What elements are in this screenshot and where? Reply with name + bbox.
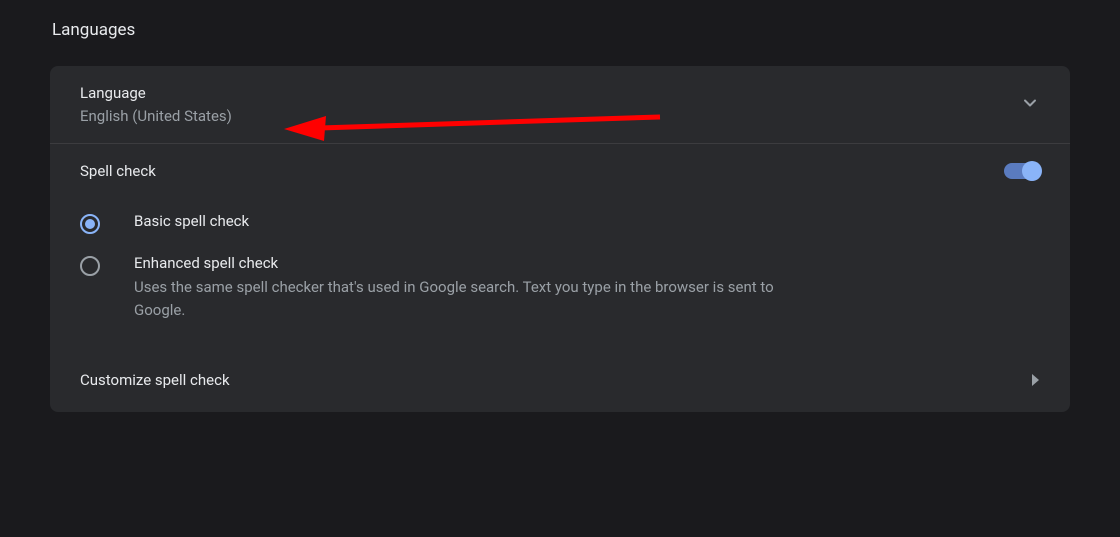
customize-label: Customize spell check <box>80 371 230 389</box>
radio-selected-icon <box>80 214 100 234</box>
language-row[interactable]: Language English (United States) <box>50 66 1070 144</box>
radio-text-group: Basic spell check <box>134 212 249 234</box>
language-label: Language <box>80 84 232 102</box>
customize-spell-check-row[interactable]: Customize spell check <box>50 353 1070 412</box>
spellcheck-title: Spell check <box>80 162 156 180</box>
toggle-knob-icon <box>1022 161 1042 181</box>
radio-enhanced-spell-check[interactable]: Enhanced spell check Uses the same spell… <box>50 246 1070 353</box>
language-value: English (United States) <box>80 107 232 125</box>
radio-basic-label: Basic spell check <box>134 212 249 230</box>
language-text-group: Language English (United States) <box>80 84 232 125</box>
spellcheck-toggle[interactable] <box>1004 163 1040 179</box>
radio-enhanced-label: Enhanced spell check <box>134 254 774 272</box>
caret-right-icon <box>1030 371 1040 390</box>
settings-panel: Language English (United States) Spell c… <box>50 66 1070 412</box>
radio-unselected-icon <box>80 256 100 276</box>
radio-text-group: Enhanced spell check Uses the same spell… <box>134 254 774 323</box>
radio-enhanced-description: Uses the same spell checker that's used … <box>134 276 774 323</box>
page-title: Languages <box>0 0 1120 40</box>
chevron-down-icon <box>1020 93 1040 117</box>
spellcheck-header: Spell check <box>50 144 1070 204</box>
radio-basic-spell-check[interactable]: Basic spell check <box>50 204 1070 246</box>
